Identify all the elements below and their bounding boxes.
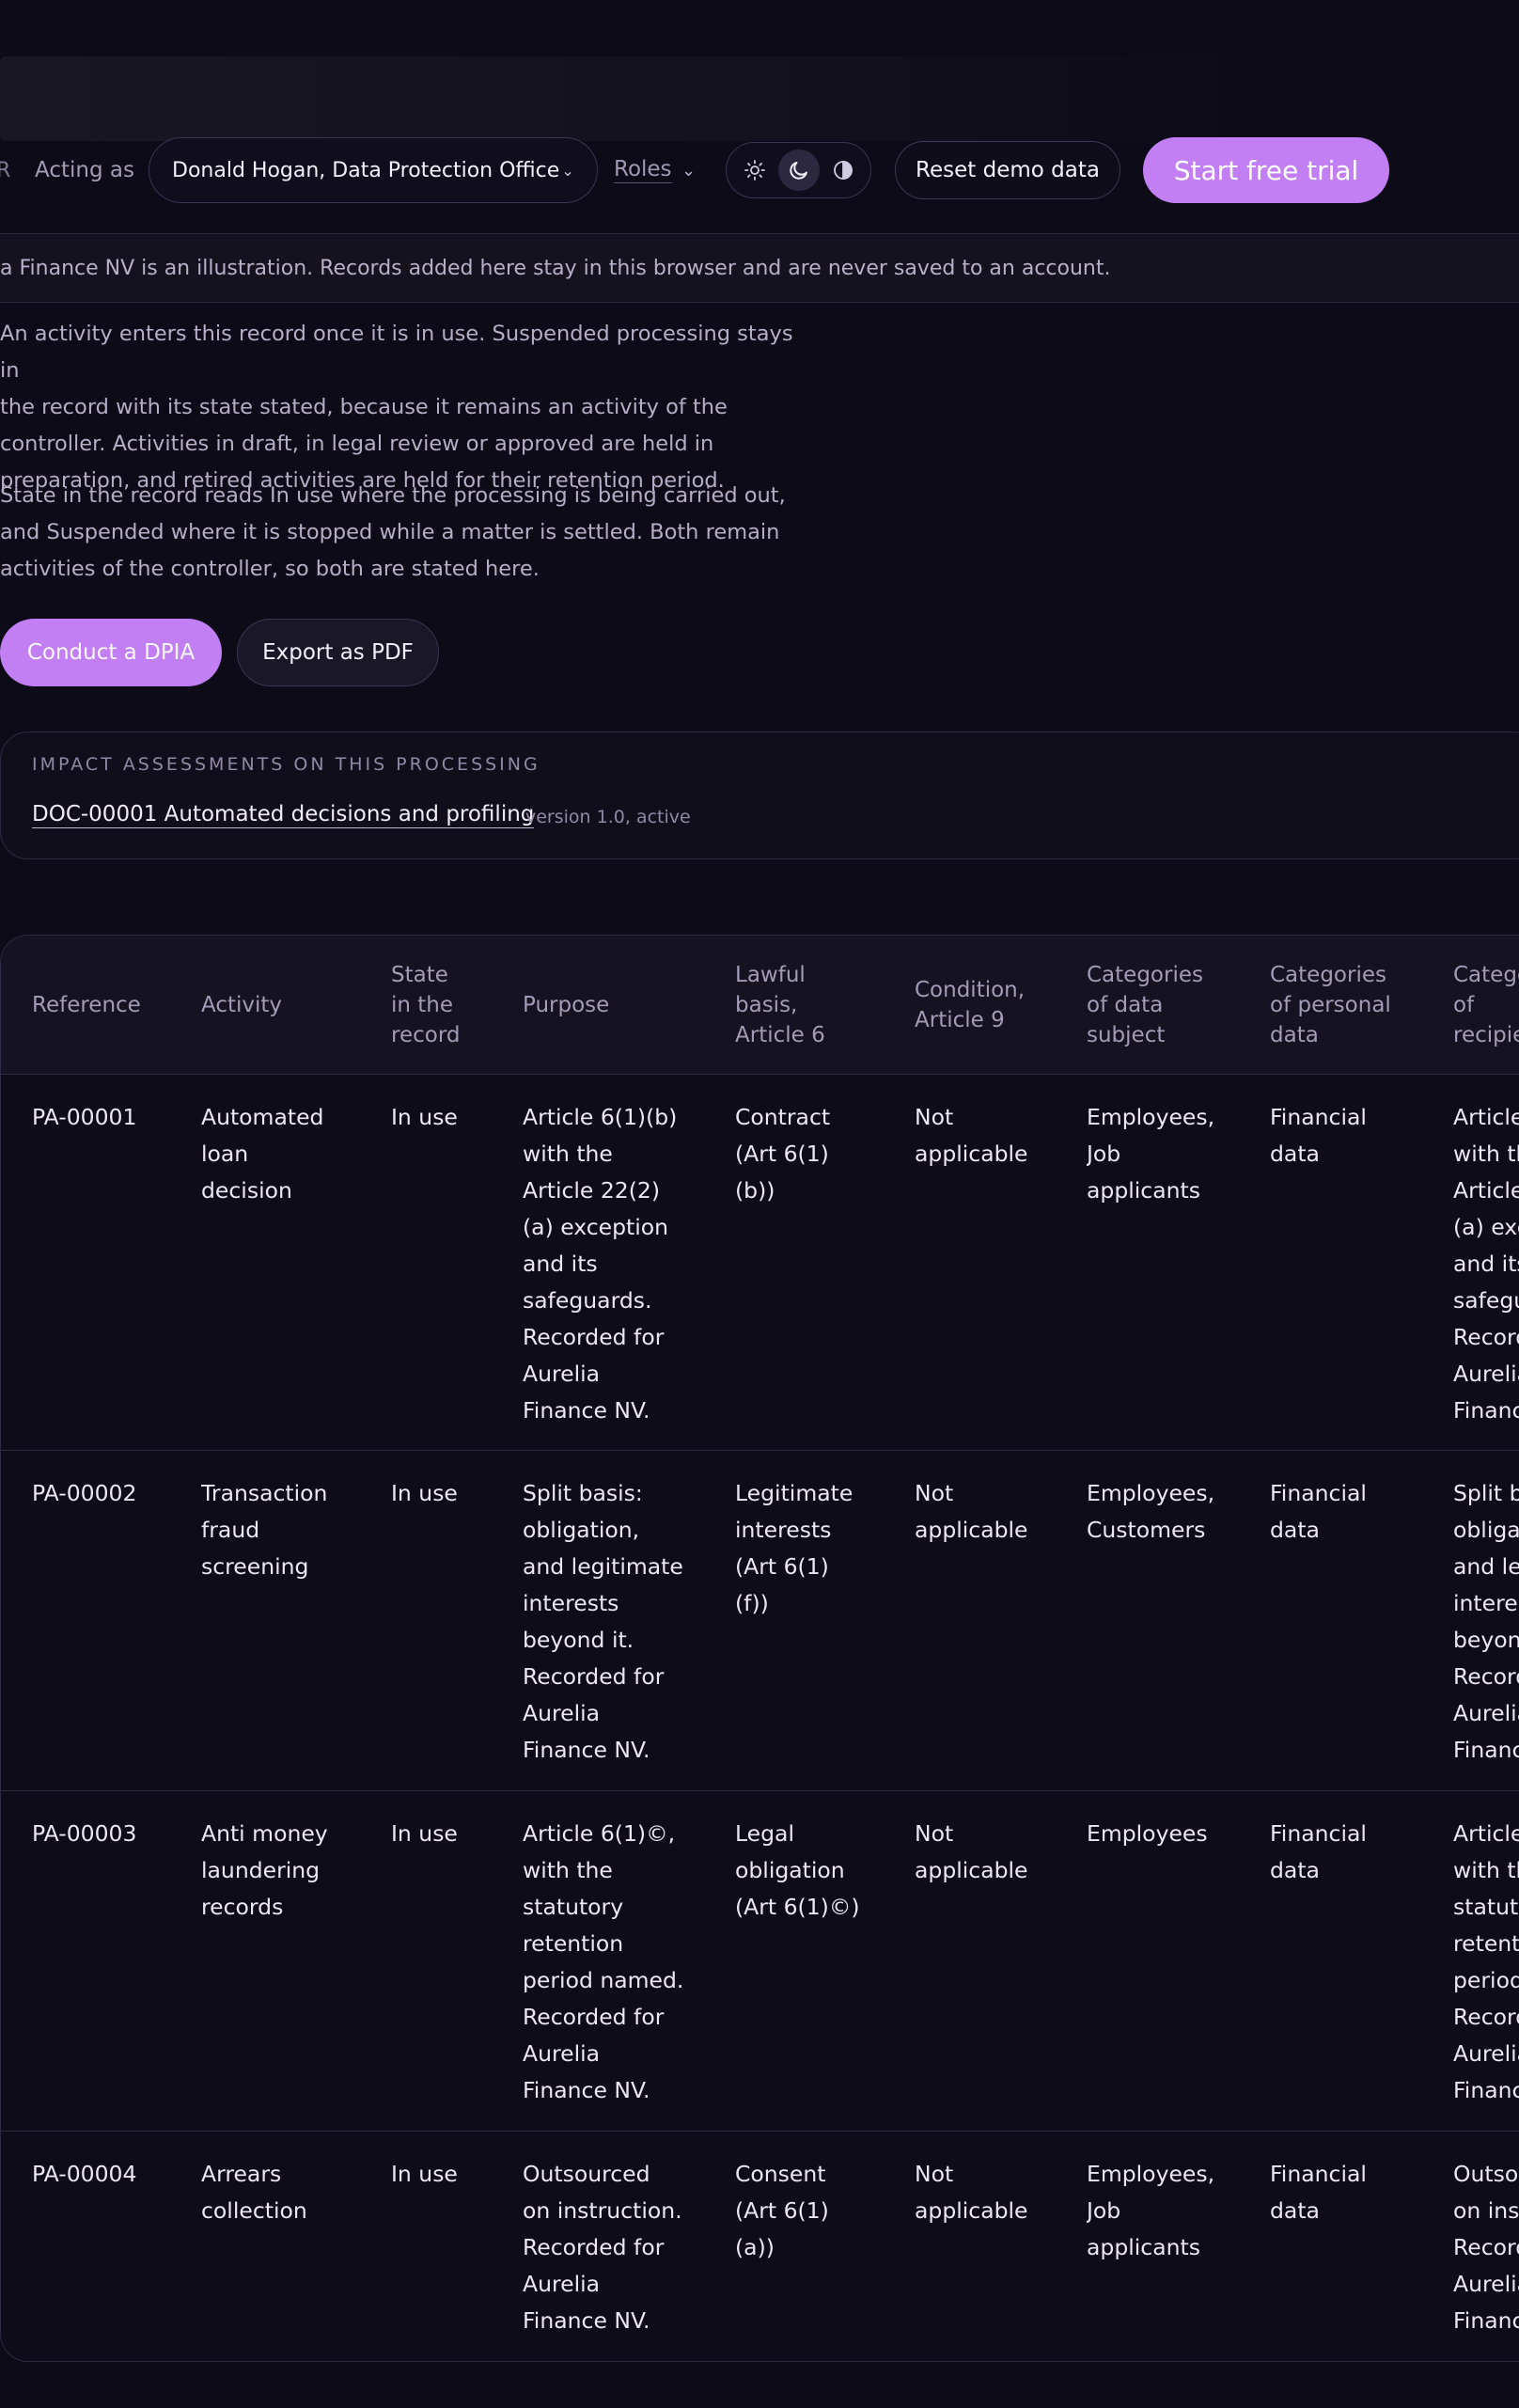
cell-state: In use — [391, 2161, 458, 2187]
column-header-condition: Condition, Article 9 — [915, 978, 1026, 1032]
cell-reference: PA-00003 — [32, 1820, 137, 1847]
cell-recipients: Split basis: obligation, and legitimate … — [1453, 1480, 1519, 1763]
column-header-state: State in the record — [391, 963, 461, 1047]
cell-reference: PA-00004 — [32, 2161, 137, 2187]
cell-lawful-basis: Legitimate interests (Art 6(1) (f)) — [735, 1480, 853, 1616]
persona-select[interactable]: Donald Hogan, Data Protection Office ⌄ — [149, 137, 598, 203]
reset-demo-data-button[interactable]: Reset demo data — [895, 141, 1120, 199]
conduct-dpia-button[interactable]: Conduct a DPIA — [0, 619, 222, 686]
cell-state: In use — [391, 1820, 458, 1847]
theme-contrast-button[interactable] — [822, 150, 864, 191]
acting-as-label: Acting as — [35, 158, 134, 182]
table-header: Reference Activity State in the record P… — [1, 936, 1519, 1075]
chevron-down-icon: ⌄ — [561, 161, 574, 180]
column-header-recipients: Categories of recipients — [1453, 963, 1519, 1047]
export-pdf-button[interactable]: Export as PDF — [237, 619, 439, 686]
demo-notice-text: a Finance NV is an illustration. Records… — [0, 256, 1111, 280]
cell-personal-data: Financial data — [1270, 1820, 1367, 1883]
start-free-trial-button[interactable]: Start free trial — [1143, 137, 1389, 203]
cell-purpose: Split basis: obligation, and legitimate … — [523, 1480, 683, 1763]
theme-light-button[interactable] — [734, 150, 775, 191]
cell-recipients: Article 6(1)(b) with the Article 22(2) (… — [1453, 1104, 1519, 1424]
persona-value: Donald Hogan, Data Protection Office — [172, 158, 560, 182]
column-header-purpose: Purpose — [523, 993, 610, 1017]
intro-paragraph-record: An activity enters this record once it i… — [0, 322, 793, 493]
cell-condition: Not applicable — [915, 2161, 1028, 2224]
cell-purpose: Article 6(1)(b) with the Article 22(2) (… — [523, 1104, 678, 1424]
table-row[interactable]: PA-00003 Anti money laundering records I… — [1, 1791, 1519, 2132]
cell-activity: Anti money laundering records — [201, 1820, 328, 1920]
cell-reference: PA-00001 — [32, 1104, 137, 1130]
table-row[interactable]: PA-00001 Automated loan decision In use … — [1, 1075, 1519, 1451]
column-header-lawful-basis: Lawful basis, Article 6 — [735, 963, 825, 1047]
cell-lawful-basis: Legal obligation (Art 6(1)©) — [735, 1820, 860, 1920]
column-header-reference: Reference — [32, 993, 141, 1017]
cell-recipients: Article 6(1)©, with the statutory retent… — [1453, 1820, 1519, 2103]
cell-lawful-basis: Consent (Art 6(1) (a)) — [735, 2161, 829, 2260]
impact-assessment-version: version 1.0, active — [525, 807, 691, 827]
cell-state: In use — [391, 1480, 458, 1506]
cell-lawful-basis: Contract (Art 6(1) (b)) — [735, 1104, 831, 1204]
cell-reference: PA-00002 — [32, 1480, 137, 1506]
chevron-down-icon[interactable]: ⌄ — [681, 161, 696, 181]
intro-paragraph-state: State in the record reads In use where t… — [0, 483, 786, 581]
table-row[interactable]: PA-00002 Transaction fraud screening In … — [1, 1451, 1519, 1791]
cell-personal-data: Financial data — [1270, 1480, 1367, 1543]
cell-condition: Not applicable — [915, 1820, 1028, 1883]
moon-icon — [789, 162, 807, 180]
cell-state: In use — [391, 1104, 458, 1130]
processing-activities-table: Reference Activity State in the record P… — [0, 935, 1519, 2362]
theme-dark-button[interactable] — [777, 150, 820, 191]
cell-purpose: Article 6(1)©, with the statutory retent… — [523, 1820, 684, 2103]
header-toolbar: R Acting as Donald Hogan, Data Protectio… — [0, 136, 1519, 204]
impact-assessment-link[interactable]: DOC-00001 Automated decisions and profil… — [32, 802, 535, 828]
cell-condition: Not applicable — [915, 1480, 1028, 1543]
theme-switcher — [726, 142, 871, 198]
cell-personal-data: Financial data — [1270, 2161, 1367, 2224]
cell-activity: Arrears collection — [201, 2161, 307, 2224]
contrast-icon — [833, 161, 853, 180]
cell-purpose: Outsourced on instruction. Recorded for … — [523, 2161, 682, 2334]
cell-condition: Not applicable — [915, 1104, 1028, 1167]
cell-data-subjects: Employees, Job applicants — [1087, 2161, 1215, 2260]
cell-personal-data: Financial data — [1270, 1104, 1367, 1167]
column-header-personal-data: Categories of personal data — [1270, 963, 1391, 1047]
table-row[interactable]: PA-00004 Arrears collection In use Outso… — [1, 2132, 1519, 2361]
roles-link[interactable]: Roles — [614, 157, 672, 183]
demo-notice-banner: a Finance NV is an illustration. Records… — [0, 233, 1519, 303]
impact-assessments-card: IMPACT ASSESSMENTS ON THIS PROCESSING DO… — [0, 732, 1519, 859]
impact-assessments-heading: IMPACT ASSESSMENTS ON THIS PROCESSING — [32, 754, 540, 775]
sun-icon — [744, 160, 765, 181]
cell-data-subjects: Employees, Job applicants — [1087, 1104, 1215, 1204]
page-title-faded — [0, 56, 1260, 141]
cell-activity: Automated loan decision — [201, 1104, 324, 1204]
cell-recipients: Outsourced on instruction. Recorded for … — [1453, 2161, 1519, 2334]
column-header-activity: Activity — [201, 993, 283, 1017]
cell-data-subjects: Employees — [1087, 1820, 1208, 1847]
column-header-data-subjects: Categories of data subject — [1087, 963, 1203, 1047]
cell-data-subjects: Employees, Customers — [1087, 1480, 1215, 1543]
cell-activity: Transaction fraud screening — [201, 1480, 328, 1580]
header-cut-text: R — [0, 158, 11, 182]
